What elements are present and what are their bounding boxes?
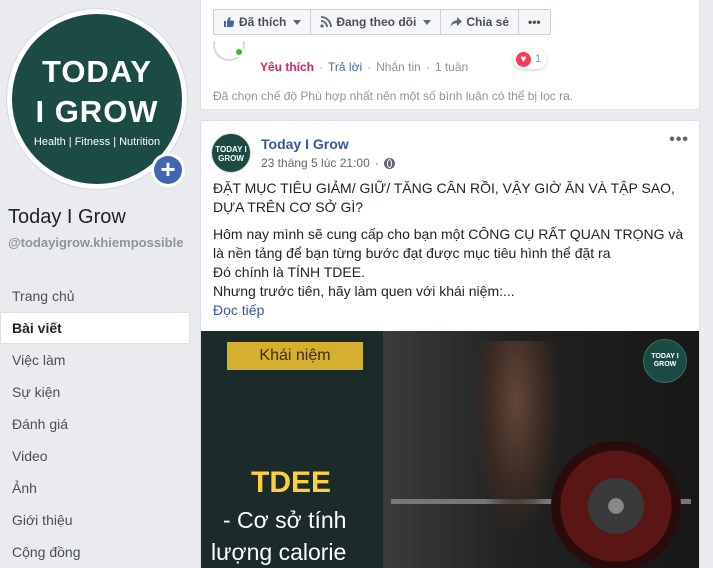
commenter-avatar[interactable] bbox=[213, 41, 245, 61]
post-author-avatar[interactable]: TODAY I GROW bbox=[211, 133, 251, 173]
heart-icon: ♥ bbox=[516, 51, 531, 67]
post-timestamp[interactable]: 23 tháng 5 lúc 21:00 bbox=[261, 156, 370, 170]
nav-item-reviews[interactable]: Đánh giá bbox=[0, 408, 190, 440]
comment-love-link[interactable]: Yêu thích bbox=[260, 60, 314, 74]
separator: · bbox=[367, 60, 372, 74]
thumbs-up-icon bbox=[224, 17, 235, 27]
comment-time[interactable]: 1 tuần bbox=[435, 60, 468, 74]
separator: · bbox=[319, 60, 324, 74]
page-handle[interactable]: @todayigrow.khiempossible bbox=[8, 234, 188, 251]
post-image[interactable]: Khái niệm TDEE - Cơ sở tính lượng calori… bbox=[201, 331, 699, 568]
logo-line-grow: I GROW bbox=[35, 94, 159, 129]
page-action-bar: Đã thích Đang theo dõi Chia sẻ ••• bbox=[213, 9, 551, 35]
chevron-down-icon bbox=[423, 19, 432, 25]
add-photo-button[interactable]: + bbox=[151, 153, 185, 187]
share-icon bbox=[450, 17, 463, 27]
liked-label: Đã thích bbox=[239, 15, 287, 29]
post-body: ĐẶT MỤC TIÊU GIẢM/ GIỮ/ TĂNG CÂN RỒI, VẬ… bbox=[213, 179, 691, 320]
image-subtitle-1: - Cơ sở tính bbox=[223, 507, 347, 533]
plus-icon: + bbox=[154, 156, 182, 184]
chevron-down-icon bbox=[293, 19, 302, 25]
athlete-graphic bbox=[471, 341, 561, 541]
comment-reactions[interactable]: ♥ 1 bbox=[513, 49, 548, 69]
share-label: Chia sẻ bbox=[466, 15, 510, 29]
logo-tagline: Health | Fitness | Nutrition bbox=[33, 136, 161, 148]
nav-item-jobs[interactable]: Việc làm bbox=[0, 344, 190, 376]
nav-item-home[interactable]: Trang chủ bbox=[0, 280, 190, 312]
weight-plate-graphic bbox=[551, 441, 681, 568]
nav-item-about[interactable]: Giới thiệu bbox=[0, 504, 190, 536]
post-paragraph: Đó chính là TÍNH TDEE. bbox=[213, 264, 365, 280]
comment-reply-link[interactable]: Trả lời bbox=[328, 60, 362, 74]
nav-item-posts[interactable]: Bài viết bbox=[0, 312, 190, 344]
more-options-button[interactable]: ••• bbox=[519, 10, 550, 34]
globe-icon[interactable] bbox=[383, 157, 395, 169]
page-name: Today I Grow bbox=[8, 206, 126, 228]
post-paragraph: Hôm nay mình sẽ cung cấp cho bạn một CÔN… bbox=[213, 226, 684, 261]
profile-picture[interactable]: TODAY I GROW Health | Fitness | Nutritio… bbox=[7, 9, 187, 189]
separator: · bbox=[425, 60, 430, 74]
post-options-button[interactable]: ••• bbox=[669, 131, 689, 149]
nav-item-photos[interactable]: Ảnh bbox=[0, 472, 190, 504]
separator: · bbox=[374, 156, 379, 170]
following-button[interactable]: Đang theo dõi bbox=[311, 10, 442, 34]
page-nav: Trang chủ Bài viết Việc làm Sự kiện Đánh… bbox=[0, 280, 190, 568]
image-watermark-logo: TODAY I GROW bbox=[643, 339, 687, 383]
online-status-icon bbox=[234, 47, 244, 57]
post-paragraph: Nhưng trước tiên, hãy làm quen với khái … bbox=[213, 283, 515, 299]
share-button[interactable]: Chia sẻ bbox=[441, 10, 520, 34]
following-label: Đang theo dõi bbox=[336, 15, 417, 29]
post-meta: 23 tháng 5 lúc 21:00 · bbox=[261, 156, 395, 170]
post-headline: ĐẶT MỤC TIÊU GIẢM/ GIỮ/ TĂNG CÂN RỒI, VẬ… bbox=[213, 180, 675, 215]
liked-button[interactable]: Đã thích bbox=[214, 10, 312, 34]
left-column: TODAY I GROW Health | Fitness | Nutritio… bbox=[0, 0, 196, 568]
nav-item-events[interactable]: Sự kiện bbox=[0, 376, 190, 408]
reaction-count: 1 bbox=[535, 53, 542, 65]
comment-message-link[interactable]: Nhắn tin bbox=[376, 60, 421, 74]
image-badge: Khái niệm bbox=[227, 342, 363, 370]
post-card: TODAY I GROW Today I Grow 23 tháng 5 lúc… bbox=[200, 120, 700, 568]
image-title: TDEE bbox=[251, 466, 332, 499]
rss-icon bbox=[320, 16, 333, 28]
image-subtitle-2: lượng calorie bbox=[211, 539, 347, 565]
comment-actions: Yêu thích · Trả lời · Nhắn tin · 1 tuần bbox=[260, 60, 468, 74]
see-more-link[interactable]: Đọc tiếp bbox=[213, 302, 264, 318]
nav-item-videos[interactable]: Video bbox=[0, 440, 190, 472]
nav-item-community[interactable]: Cộng đồng bbox=[0, 536, 190, 568]
comment-filter-note: Đã chọn chế độ Phù hợp nhất nên một số b… bbox=[213, 89, 574, 103]
post-author-name[interactable]: Today I Grow bbox=[261, 136, 349, 152]
page-actions-card: Đã thích Đang theo dõi Chia sẻ ••• Yêu t… bbox=[200, 0, 700, 110]
logo-line-today: TODAY bbox=[41, 54, 153, 89]
